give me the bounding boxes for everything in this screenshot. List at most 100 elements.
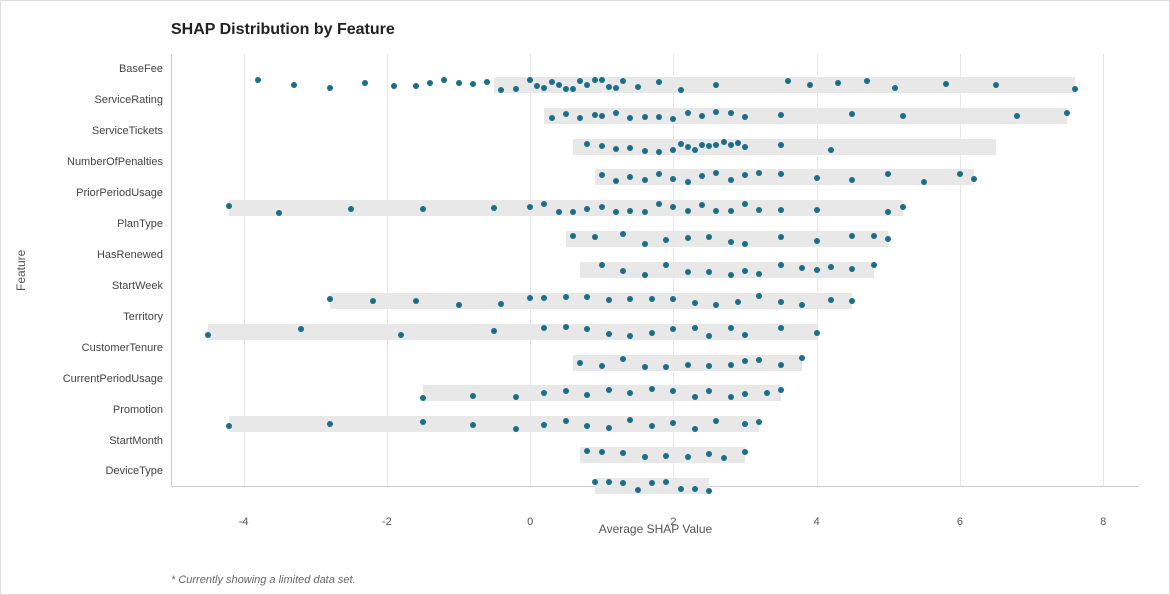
shap-dot (807, 82, 813, 88)
shap-dot (649, 480, 655, 486)
shap-dot (441, 77, 447, 83)
shap-dot (778, 299, 784, 305)
shap-dot (728, 394, 734, 400)
bar-background (544, 108, 1067, 124)
shap-dot (678, 141, 684, 147)
chart-row (172, 471, 1139, 502)
shap-dot (541, 390, 547, 396)
bar-background (566, 231, 888, 247)
shap-dot (642, 241, 648, 247)
shap-dot (685, 362, 691, 368)
shap-dot (871, 262, 877, 268)
shap-dot (728, 362, 734, 368)
shap-dot (584, 206, 590, 212)
shap-dot (670, 420, 676, 426)
shap-dot (706, 488, 712, 494)
shap-dot (513, 394, 519, 400)
shap-dot (692, 147, 698, 153)
shap-dot (613, 85, 619, 91)
shap-dot (620, 450, 626, 456)
shap-dot (527, 77, 533, 83)
shap-dot (413, 83, 419, 89)
shap-dot (541, 201, 547, 207)
shap-dot (420, 419, 426, 425)
shap-dot (756, 170, 762, 176)
shap-dot (606, 387, 612, 393)
shap-dot (742, 114, 748, 120)
shap-dot (764, 390, 770, 396)
shap-dot (620, 480, 626, 486)
shap-dot (627, 296, 633, 302)
shap-dot (205, 332, 211, 338)
shap-dot (541, 295, 547, 301)
chart-row (172, 409, 1139, 440)
feature-label: BaseFee (31, 54, 171, 84)
bar-background (573, 139, 996, 155)
shap-dot (291, 82, 297, 88)
shap-dot (713, 142, 719, 148)
shap-dot (728, 239, 734, 245)
feature-label: Territory (31, 302, 171, 332)
shap-dot (685, 269, 691, 275)
shap-dot (685, 208, 691, 214)
shap-dot (599, 449, 605, 455)
shap-dot (606, 425, 612, 431)
shap-dot (627, 115, 633, 121)
shap-dot (370, 298, 376, 304)
shap-dot (327, 421, 333, 427)
shap-dot (649, 423, 655, 429)
bar-background (330, 293, 853, 309)
shap-dot (627, 174, 633, 180)
shap-dot (742, 144, 748, 150)
footnote: * Currently showing a limited data set. (171, 574, 356, 586)
shap-dot (828, 264, 834, 270)
shap-dot (756, 207, 762, 213)
shap-dot (642, 148, 648, 154)
shap-dot (943, 81, 949, 87)
chart-row (172, 440, 1139, 471)
shap-dot (627, 390, 633, 396)
shap-dot (563, 86, 569, 92)
shap-dot (742, 332, 748, 338)
shap-dot (814, 330, 820, 336)
shap-dot (828, 297, 834, 303)
shap-dot (577, 115, 583, 121)
shap-dot (527, 204, 533, 210)
shap-dot (513, 426, 519, 432)
shap-dot (391, 83, 397, 89)
shap-dot (742, 172, 748, 178)
shap-dot (778, 142, 784, 148)
feature-label: NumberOfPenalties (31, 147, 171, 177)
shap-dot (670, 326, 676, 332)
shap-dot (563, 111, 569, 117)
chart-row (172, 193, 1139, 224)
shap-dot (814, 267, 820, 273)
shap-dot (663, 453, 669, 459)
shap-dot (742, 449, 748, 455)
shap-dot (971, 176, 977, 182)
shap-dot (584, 423, 590, 429)
shap-dot (613, 146, 619, 152)
shap-dot (756, 271, 762, 277)
shap-dot (778, 387, 784, 393)
shap-dot (656, 149, 662, 155)
shap-dot (584, 392, 590, 398)
shap-dot (556, 209, 562, 215)
feature-label: StartMonth (31, 426, 171, 456)
shap-dot (742, 201, 748, 207)
shap-dot (592, 479, 598, 485)
shap-dot (663, 237, 669, 243)
shap-dot (599, 363, 605, 369)
shap-dot (527, 295, 533, 301)
chart-container: SHAP Distribution by Feature Feature Bas… (0, 0, 1170, 595)
shap-dot (756, 357, 762, 363)
shap-dot (627, 417, 633, 423)
feature-label: PriorPeriodUsage (31, 178, 171, 208)
shap-dot (721, 139, 727, 145)
shap-dot (226, 423, 232, 429)
shap-dot (728, 272, 734, 278)
shap-dot (498, 301, 504, 307)
shap-dot (656, 171, 662, 177)
bar-background (229, 416, 759, 432)
chart-row (172, 224, 1139, 255)
